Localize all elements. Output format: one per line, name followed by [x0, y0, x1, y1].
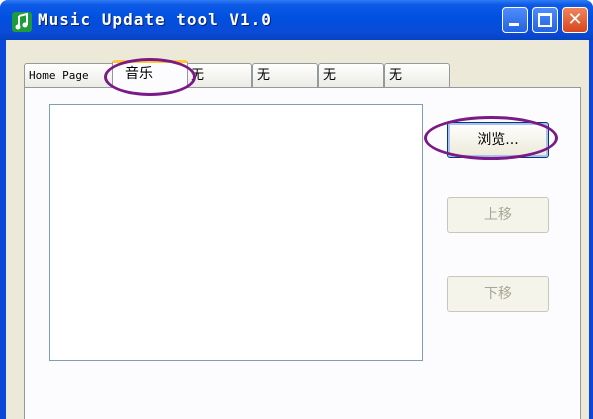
minimize-button[interactable]: [502, 7, 528, 33]
move-up-button[interactable]: 上移: [447, 197, 549, 233]
tab-label: 音乐: [125, 66, 153, 82]
maximize-icon: [538, 13, 552, 27]
tab-home-page[interactable]: Home Page: [24, 63, 114, 87]
tab-label: Home Page: [29, 69, 89, 82]
close-button[interactable]: ✕: [562, 7, 588, 33]
tab-label: 无: [257, 68, 271, 83]
music-note-icon: [12, 12, 32, 32]
minimize-icon: [509, 23, 519, 26]
tab-none-2[interactable]: 无: [252, 63, 318, 87]
tab-music[interactable]: 音乐: [112, 60, 188, 88]
tab-none-1[interactable]: 无: [186, 63, 252, 87]
tab-label: 无: [389, 68, 403, 83]
browse-button[interactable]: 浏览...: [447, 122, 549, 158]
title-bar[interactable]: Music Update tool V1.0 ✕: [0, 0, 593, 40]
tab-none-4[interactable]: 无: [384, 63, 450, 87]
music-file-list[interactable]: [49, 104, 423, 361]
tab-label: 无: [191, 68, 205, 83]
move-down-button[interactable]: 下移: [447, 276, 549, 312]
tab-label: 无: [323, 68, 337, 83]
tab-none-3[interactable]: 无: [318, 63, 384, 87]
window-title: Music Update tool V1.0: [38, 10, 272, 29]
maximize-button[interactable]: [532, 7, 558, 33]
app-window: Music Update tool V1.0 ✕ Home Page 音乐 无 …: [0, 0, 593, 419]
tab-panel-music: 浏览... 上移 下移: [24, 87, 581, 419]
window-client-area: Home Page 音乐 无 无 无 无 浏览... 上移 下移: [6, 40, 589, 419]
close-icon: ✕: [567, 9, 583, 30]
